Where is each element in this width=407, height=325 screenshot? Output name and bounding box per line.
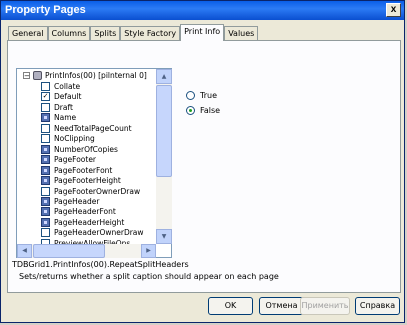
scroll-left-icon[interactable]: ◀ xyxy=(17,244,32,258)
tree-item-label: PageFooterFont xyxy=(54,165,113,175)
tree-item[interactable]: PageHeaderFont xyxy=(17,206,157,217)
checkbox-icon[interactable] xyxy=(41,134,50,144)
property-icon xyxy=(41,165,50,175)
cancel-button[interactable]: Отмена xyxy=(259,297,304,315)
tree-item[interactable]: Name xyxy=(17,112,157,123)
tree-item-label: PageFooterHeight xyxy=(54,176,121,186)
checkbox-icon[interactable] xyxy=(41,228,50,238)
tree-item-label: PageFooterOwnerDraw xyxy=(54,186,141,196)
tree-item[interactable]: PageFooterOwnerDraw xyxy=(17,186,157,197)
tree-root[interactable]: − PrintInfos(00) [pilnternal 0] xyxy=(20,70,170,81)
vertical-scroll-thumb[interactable] xyxy=(156,85,172,177)
tree-item[interactable]: PageFooterHeight xyxy=(17,175,157,186)
property-icon xyxy=(41,155,50,165)
tree-item[interactable]: PageHeaderHeight xyxy=(17,217,157,228)
tab-strip: General Columns Splits Style Factory Pri… xyxy=(8,24,259,41)
tab-general[interactable]: General xyxy=(8,26,48,41)
property-icon xyxy=(41,217,50,227)
radio-true-icon[interactable] xyxy=(186,91,195,100)
tree-item[interactable]: PageFooter xyxy=(17,154,157,165)
checkbox-icon[interactable] xyxy=(41,82,50,91)
scroll-up-icon[interactable]: ▲ xyxy=(156,69,172,84)
tree-item-label: PageHeaderFont xyxy=(54,207,116,217)
tree-item[interactable]: Collate xyxy=(17,81,157,92)
close-button[interactable]: x xyxy=(386,3,401,17)
tree-item-label: NoClipping xyxy=(54,134,95,144)
property-icon xyxy=(41,207,50,217)
horizontal-scroll-thumb[interactable] xyxy=(33,244,105,258)
help-button[interactable]: Справка xyxy=(355,297,400,315)
window-title: Property Pages xyxy=(5,4,86,16)
tree-item[interactable]: NoClipping xyxy=(17,133,157,144)
property-icon xyxy=(41,176,50,186)
tree-item-label: PageFooter xyxy=(54,155,97,165)
radio-true-label: True xyxy=(200,91,217,100)
tree-item-label: NeedTotalPageCount xyxy=(54,123,132,133)
object-icon xyxy=(33,71,42,80)
property-icon xyxy=(41,113,50,123)
tree-item[interactable]: NeedTotalPageCount xyxy=(17,123,157,134)
tab-values[interactable]: Values xyxy=(224,26,259,41)
tree-root-label: PrintInfos(00) [pilnternal 0] xyxy=(45,71,147,80)
checkbox-icon[interactable] xyxy=(41,102,50,112)
tree-item[interactable]: NumberOfCopies xyxy=(17,144,157,155)
title-bar: Property Pages x xyxy=(1,1,404,20)
tab-style-factory[interactable]: Style Factory xyxy=(120,26,181,41)
radio-false-icon[interactable] xyxy=(186,106,195,115)
checkbox-icon[interactable]: ✓ xyxy=(41,92,50,102)
tab-columns[interactable]: Columns xyxy=(47,26,91,41)
tree-item-label: Draft xyxy=(54,102,73,112)
tree-item-label: PageHeaderOwnerDraw xyxy=(54,228,144,238)
tree-item[interactable]: PageHeader xyxy=(17,196,157,207)
radio-false-label: False xyxy=(200,106,221,115)
property-icon xyxy=(41,196,50,206)
property-icon xyxy=(41,144,50,154)
tree-item-label: PageHeader xyxy=(54,196,100,206)
tab-splits[interactable]: Splits xyxy=(90,26,121,41)
tree-item-label: Name xyxy=(54,113,77,123)
scroll-right-icon[interactable]: ▶ xyxy=(141,244,156,258)
tree-item-label: PageHeaderHeight xyxy=(54,217,125,227)
tab-print-info[interactable]: Print Info xyxy=(180,24,225,41)
tree-item[interactable]: PageHeaderOwnerDraw xyxy=(17,227,157,238)
tree-item[interactable]: Draft xyxy=(17,102,157,113)
collapse-icon[interactable]: − xyxy=(23,72,30,80)
vertical-scrollbar[interactable]: ▲ ▼ xyxy=(156,69,172,244)
ok-button[interactable]: OK xyxy=(208,297,253,315)
horizontal-scrollbar[interactable]: ◀ ▶ xyxy=(17,244,156,258)
close-icon: x xyxy=(390,4,397,15)
tree-item-label: Collate xyxy=(54,82,81,91)
tree-item[interactable]: PageFooterFont xyxy=(17,165,157,176)
property-tree[interactable]: − PrintInfos(00) [pilnternal 0] Collate ✓… xyxy=(16,68,172,258)
scroll-down-icon[interactable]: ▼ xyxy=(156,229,172,244)
property-path: TDBGrid1.PrintInfos(00).RepeatSplitHeade… xyxy=(12,260,189,269)
checkbox-icon[interactable] xyxy=(41,123,50,133)
tree-item[interactable]: ✓ Default xyxy=(17,91,157,102)
apply-button[interactable]: Применить xyxy=(300,297,350,315)
tree-item-label: NumberOfCopies xyxy=(54,144,118,154)
tree-item-label: Default xyxy=(54,92,82,102)
checkbox-icon[interactable] xyxy=(41,186,50,196)
property-description: Sets/returns whether a split caption sho… xyxy=(19,272,279,281)
